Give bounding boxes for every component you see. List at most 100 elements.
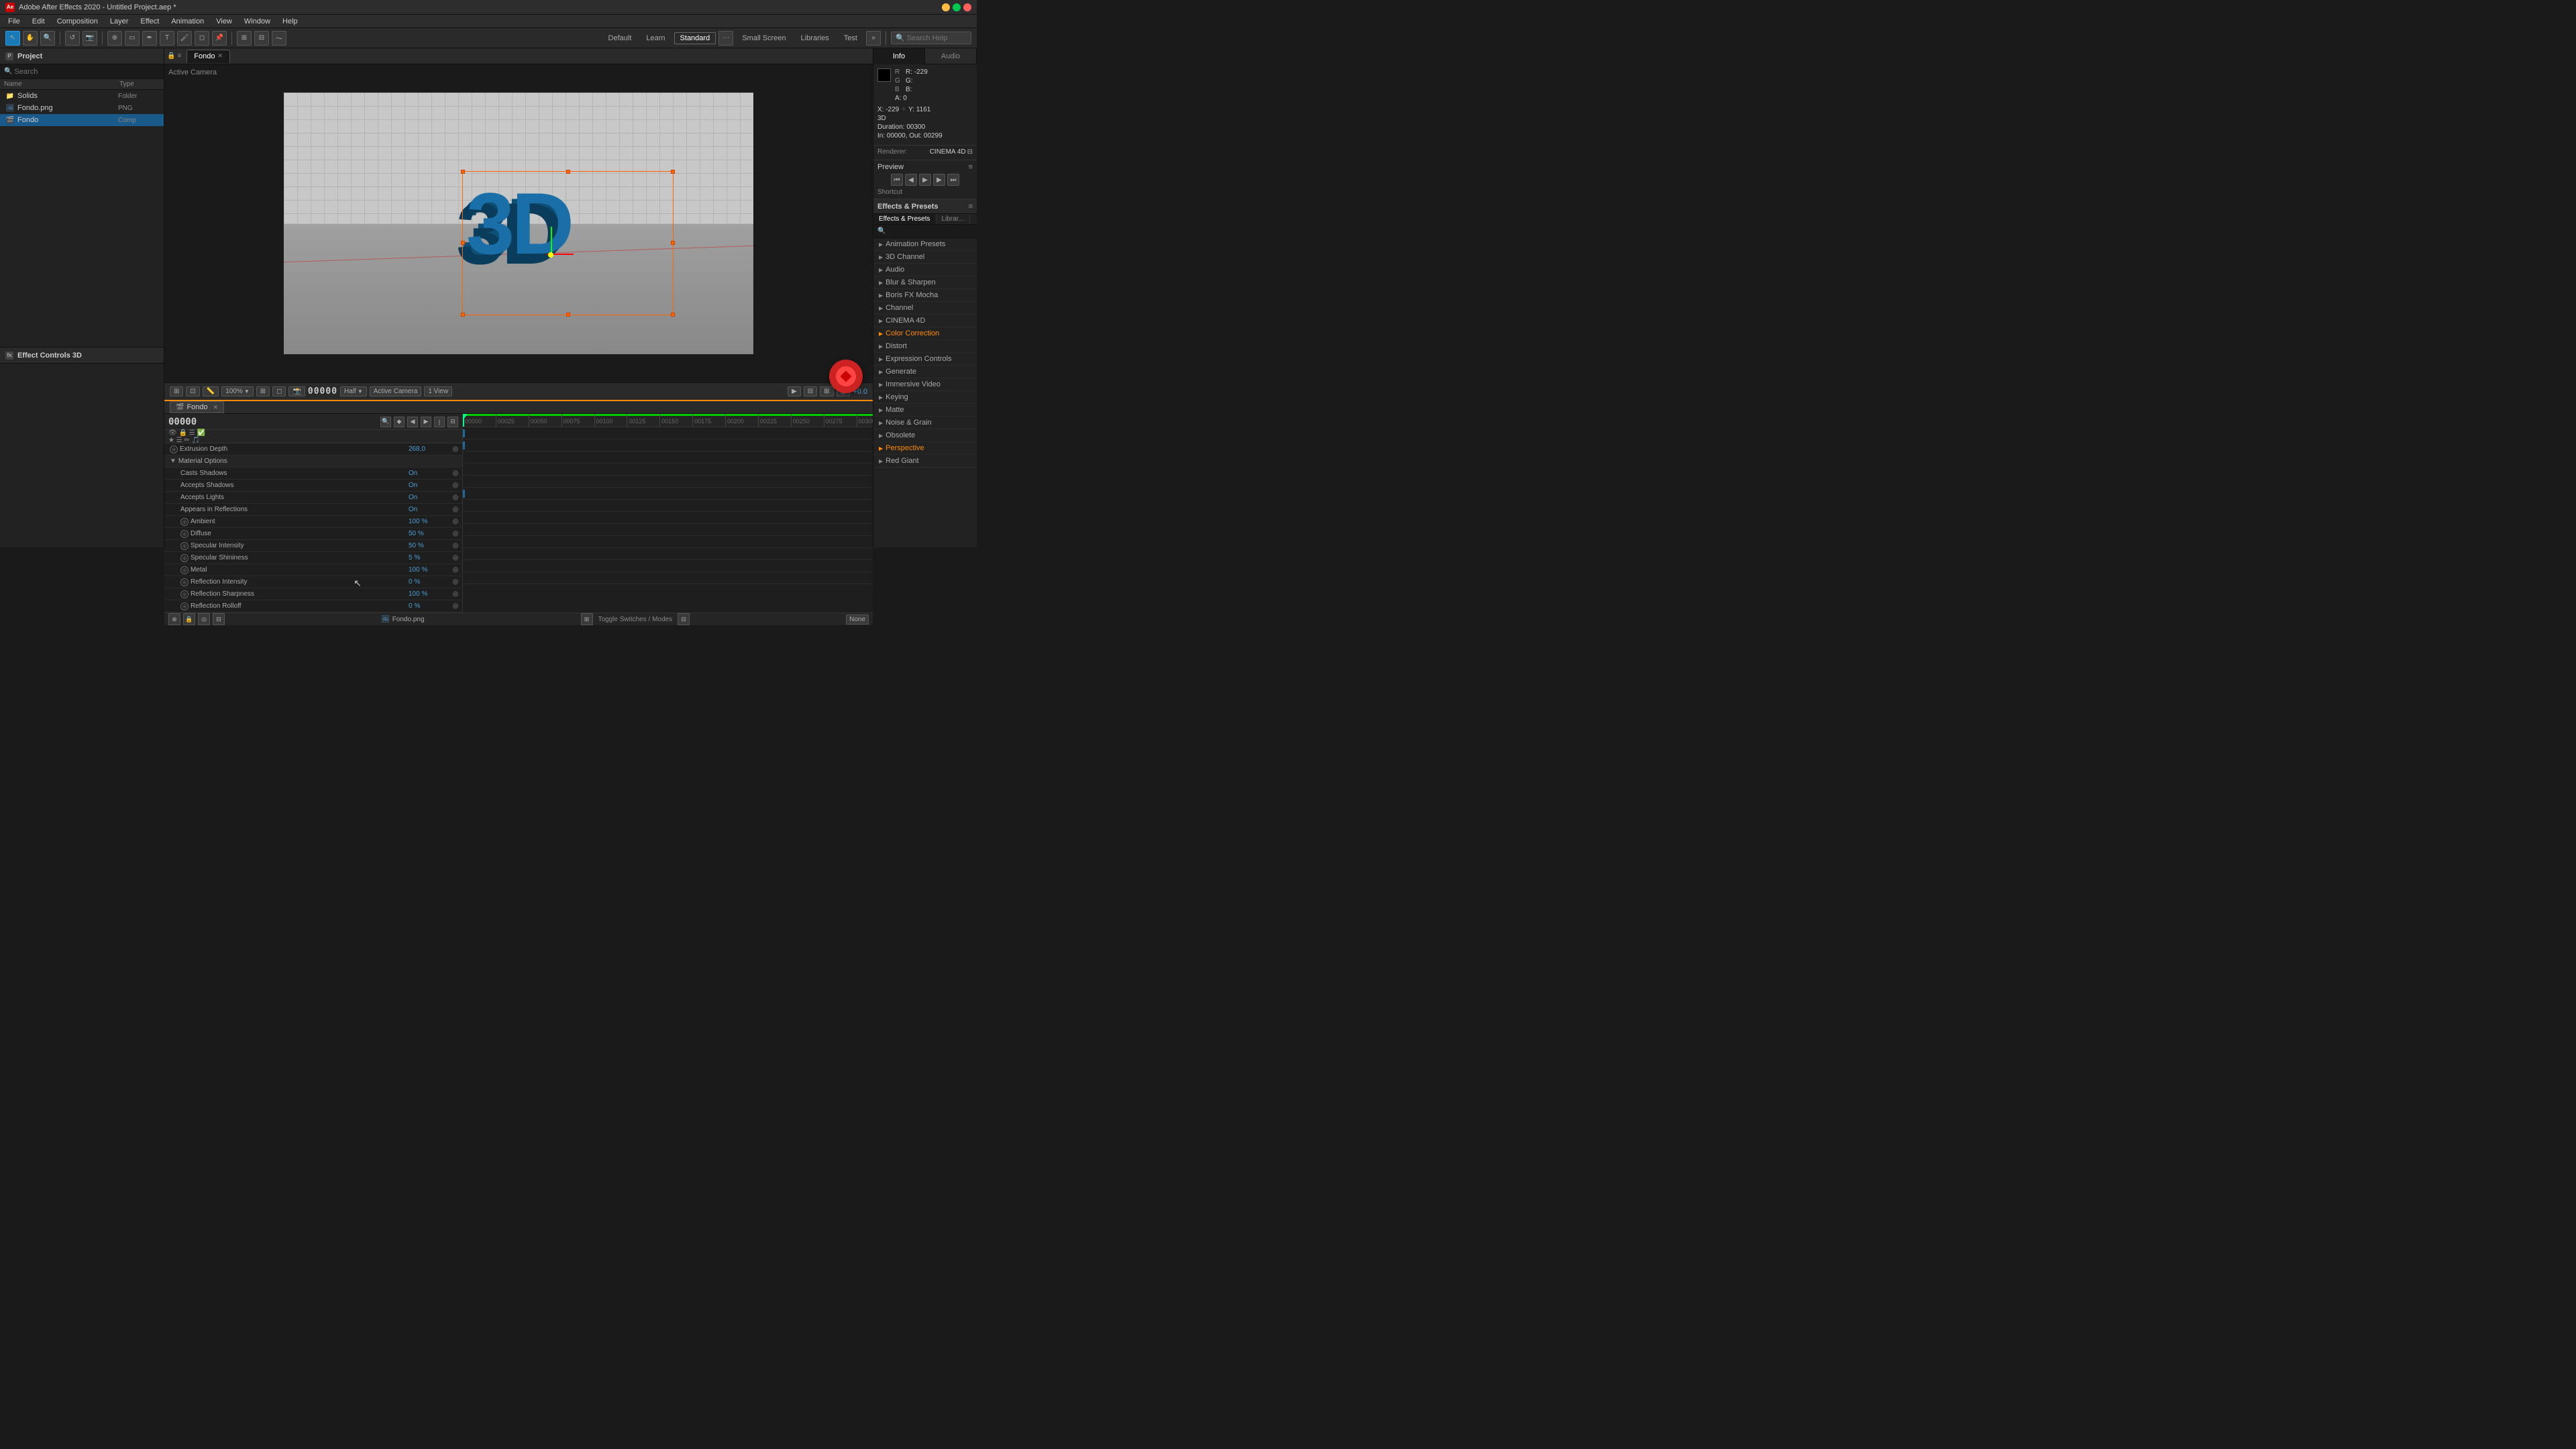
puppet-tool[interactable]: 📌 xyxy=(212,31,227,46)
rect-tool[interactable]: ▭ xyxy=(125,31,140,46)
handle-top-mid[interactable] xyxy=(566,170,570,174)
ep-channel[interactable]: ▶ Channel xyxy=(873,302,977,315)
preview-menu-icon[interactable]: ≡ xyxy=(969,163,973,171)
bottom-layer-item[interactable]: 🖼 Fondo.png xyxy=(381,616,425,623)
tb-modes[interactable]: ⊟ xyxy=(678,613,690,625)
fab-record-button[interactable] xyxy=(829,360,863,393)
lc-add-keyframe[interactable]: ◆ xyxy=(394,417,405,427)
handle-bottom-mid[interactable] xyxy=(566,313,570,317)
tb-add-marker[interactable]: ⊕ xyxy=(168,613,180,625)
lc-search[interactable]: 🔍 xyxy=(380,417,391,427)
workspace-default[interactable]: Default xyxy=(602,32,638,44)
workspace-libraries[interactable]: Libraries xyxy=(795,32,835,44)
comp-tab-close[interactable]: ✕ xyxy=(218,52,223,60)
ep-cinema4d[interactable]: ▶ CINEMA 4D xyxy=(873,315,977,327)
vc-safe-zones[interactable]: ⊡ xyxy=(186,386,199,396)
rotate-tool[interactable]: ↺ xyxy=(65,31,80,46)
menu-view[interactable]: View xyxy=(211,16,237,27)
handle-mid-right[interactable] xyxy=(671,241,675,245)
handle-bottom-right[interactable] xyxy=(671,313,675,317)
workspace-small-screen[interactable]: Small Screen xyxy=(736,32,792,44)
lc-go-next[interactable]: ▶ xyxy=(421,417,431,427)
preview-play[interactable]: ▶ xyxy=(919,174,931,186)
preview-prev[interactable]: ◀ xyxy=(905,174,917,186)
vc-snapshot[interactable]: 📸 xyxy=(288,386,305,396)
ep-3d-channel[interactable]: ▶ 3D Channel xyxy=(873,251,977,264)
tab-info[interactable]: Info xyxy=(873,48,925,64)
layer-metal[interactable]: ◎ Metal 100 % ◎ xyxy=(164,564,462,576)
minimize-button[interactable] xyxy=(942,3,950,11)
tb-solo[interactable]: ◎ xyxy=(198,613,210,625)
vc-camera-select[interactable]: Active Camera xyxy=(370,386,422,396)
layer-appears-in-reflections[interactable]: Appears in Reflections On ◎ xyxy=(164,504,462,516)
tb-none-select[interactable]: None xyxy=(846,614,869,625)
ep-search-input[interactable] xyxy=(888,227,973,235)
preview-last[interactable]: ⏭ xyxy=(947,174,959,186)
tb-collapse[interactable]: ⊟ xyxy=(213,613,225,625)
lc-go-prev[interactable]: ◀ xyxy=(407,417,418,427)
tb-switches[interactable]: ⊞ xyxy=(581,613,593,625)
preview-first[interactable]: ⏮ xyxy=(891,174,903,186)
ep-audio[interactable]: ▶ Audio xyxy=(873,264,977,276)
vc-grid-btn[interactable]: ⊞ xyxy=(170,386,183,396)
layer-extrusion-depth[interactable]: ◎ Extrusion Depth 268,0 ◎ xyxy=(164,443,462,455)
menu-help[interactable]: Help xyxy=(277,16,303,27)
menu-file[interactable]: File xyxy=(3,16,25,27)
handle-bottom-left[interactable] xyxy=(461,313,465,317)
layer-reflection-rolloff[interactable]: ◎ Reflection Rolloff 0 % ◎ xyxy=(164,600,462,612)
menu-layer[interactable]: Layer xyxy=(105,16,134,27)
layer-material-options[interactable]: ▼ Material Options xyxy=(164,455,462,468)
vc-ruler[interactable]: 📏 xyxy=(203,386,219,396)
vc-render-btn[interactable]: ▶ xyxy=(788,386,801,396)
ep-immersive-video[interactable]: ▶ Immersive Video xyxy=(873,378,977,391)
unified-camera-tool[interactable]: 📷 xyxy=(83,31,97,46)
layer-reflection-intensity[interactable]: ◎ Reflection Intensity 0 % ◎ ↖ xyxy=(164,576,462,588)
workspace-learn[interactable]: Learn xyxy=(640,32,671,44)
workspace-options[interactable]: ⋯ xyxy=(718,31,733,46)
eraser-tool[interactable]: ◻ xyxy=(195,31,209,46)
project-search-input[interactable] xyxy=(14,68,160,76)
vc-resolution[interactable]: Half ▼ xyxy=(340,386,367,396)
ep-noise-grain[interactable]: ▶ Noise & Grain xyxy=(873,417,977,429)
project-item-fondo[interactable]: 🎬 Fondo Comp xyxy=(0,114,164,126)
layer-accepts-shadows[interactable]: Accepts Shadows On ◎ xyxy=(164,480,462,492)
brush-tool[interactable]: 🖌 xyxy=(177,31,192,46)
zoom-tool[interactable]: 🔍 xyxy=(40,31,55,46)
handle-mid-left[interactable] xyxy=(461,241,465,245)
more-workspaces[interactable]: » xyxy=(866,31,881,46)
window-controls[interactable] xyxy=(942,3,971,11)
ep-menu-icon[interactable]: ≡ xyxy=(969,203,973,211)
pan-behind-tool[interactable]: ⊕ xyxy=(107,31,122,46)
ep-distort[interactable]: ▶ Distort xyxy=(873,340,977,353)
ep-obsolete[interactable]: ▶ Obsolete xyxy=(873,429,977,442)
ep-generate[interactable]: ▶ Generate xyxy=(873,366,977,378)
menu-edit[interactable]: Edit xyxy=(27,16,50,27)
layer-reflection-sharpness[interactable]: ◎ Reflection Sharpness 100 % ◎ xyxy=(164,588,462,600)
vc-quality[interactable]: ◻ xyxy=(272,386,286,396)
close-button[interactable] xyxy=(963,3,971,11)
motion-tool[interactable]: ⊟ xyxy=(254,31,269,46)
menu-composition[interactable]: Composition xyxy=(52,16,103,27)
tb-lock[interactable]: 🔒 xyxy=(183,613,195,625)
selection-tool[interactable]: ↖ xyxy=(5,31,20,46)
tab-audio[interactable]: Audio xyxy=(925,48,977,64)
maximize-button[interactable] xyxy=(953,3,961,11)
vc-view-select[interactable]: 1 View xyxy=(424,386,452,396)
hand-tool[interactable]: ✋ xyxy=(23,31,38,46)
ep-red-giant[interactable]: ▶ Red Giant xyxy=(873,455,977,468)
text-tool[interactable]: T xyxy=(160,31,174,46)
menu-animation[interactable]: Animation xyxy=(166,16,209,27)
vc-toggle-panels[interactable]: ⊞ xyxy=(820,386,833,396)
ep-tab-librar[interactable]: Librar... xyxy=(936,214,970,224)
ep-search[interactable]: 🔍 xyxy=(873,225,977,238)
layer-casts-shadows[interactable]: Casts Shadows On ◎ xyxy=(164,468,462,480)
ep-tab-effects[interactable]: Effects & Presets xyxy=(873,214,936,224)
ep-boris-fx[interactable]: ▶ Boris FX Mocha xyxy=(873,289,977,302)
ep-matte[interactable]: ▶ Matte xyxy=(873,404,977,417)
project-item-solids[interactable]: 📁 Solids Folder xyxy=(0,90,164,102)
workspace-test[interactable]: Test xyxy=(838,32,863,44)
vc-playback-opts[interactable]: ⊟ xyxy=(804,386,817,396)
graph-tool[interactable]: 〜 xyxy=(272,31,286,46)
layer-accepts-lights[interactable]: Accepts Lights On ◎ xyxy=(164,492,462,504)
handle-top-left[interactable] xyxy=(461,170,465,174)
